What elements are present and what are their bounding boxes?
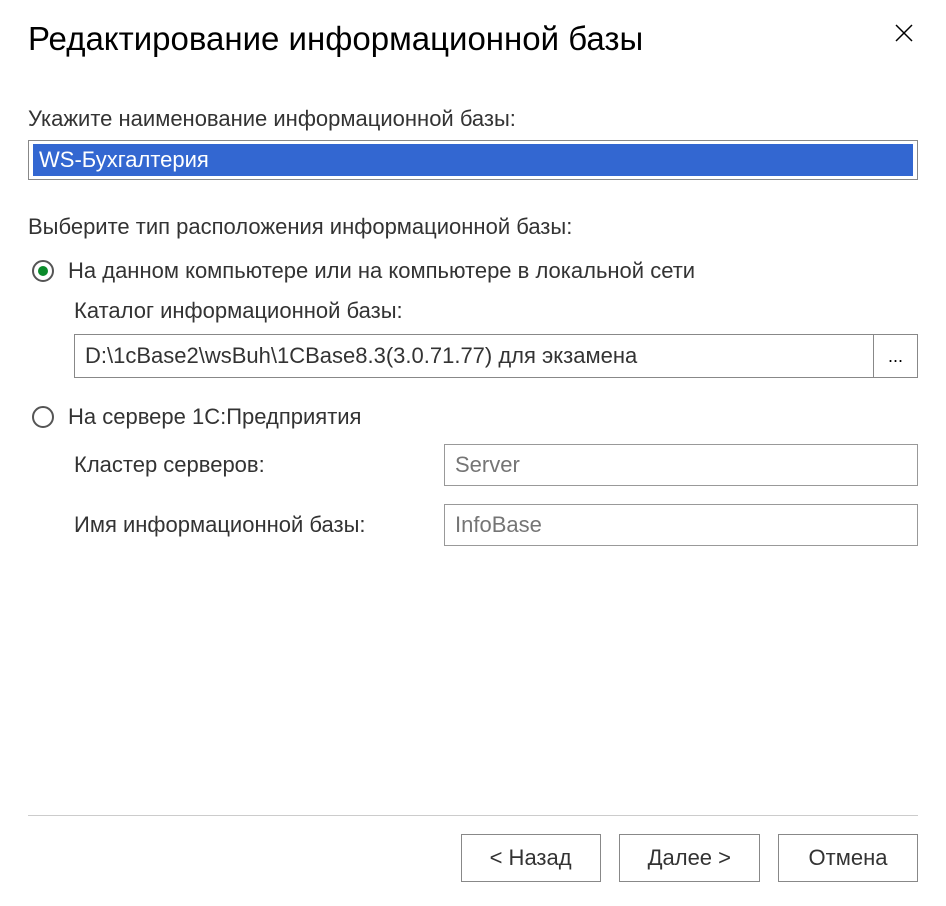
catalog-path-input[interactable]: [74, 334, 874, 378]
name-label: Укажите наименование информационной базы…: [28, 106, 918, 132]
radio-local-label: На данном компьютере или на компьютере в…: [68, 258, 695, 284]
name-input[interactable]: [33, 144, 913, 176]
cluster-label: Кластер серверов:: [74, 452, 444, 478]
radio-icon[interactable]: [32, 260, 54, 282]
local-catalog-section: Каталог информационной базы: ...: [74, 298, 918, 378]
edit-infobase-dialog: Редактирование информационной базы Укажи…: [0, 0, 946, 906]
radio-icon[interactable]: [32, 406, 54, 428]
cluster-row: Кластер серверов:: [74, 444, 918, 486]
infobase-input[interactable]: [444, 504, 918, 546]
location-label: Выберите тип расположения информационной…: [28, 214, 918, 240]
infobase-label: Имя информационной базы:: [74, 512, 444, 538]
location-radio-group: На данном компьютере или на компьютере в…: [32, 258, 918, 572]
radio-option-server[interactable]: На сервере 1С:Предприятия: [32, 404, 918, 430]
dialog-title: Редактирование информационной базы: [28, 20, 643, 58]
catalog-path-row: ...: [74, 334, 918, 378]
back-button[interactable]: < Назад: [461, 834, 601, 882]
catalog-label: Каталог информационной базы:: [74, 298, 918, 324]
dialog-footer: < Назад Далее > Отмена: [28, 815, 918, 882]
radio-option-local[interactable]: На данном компьютере или на компьютере в…: [32, 258, 918, 284]
close-icon[interactable]: [890, 20, 918, 48]
cluster-input[interactable]: [444, 444, 918, 486]
infobase-row: Имя информационной базы:: [74, 504, 918, 546]
spacer: [28, 572, 918, 815]
radio-server-label: На сервере 1С:Предприятия: [68, 404, 361, 430]
dialog-header: Редактирование информационной базы: [28, 20, 918, 58]
name-input-container: [28, 140, 918, 180]
browse-button[interactable]: ...: [874, 334, 918, 378]
next-button[interactable]: Далее >: [619, 834, 760, 882]
cancel-button[interactable]: Отмена: [778, 834, 918, 882]
server-section: Кластер серверов: Имя информационной баз…: [74, 444, 918, 546]
